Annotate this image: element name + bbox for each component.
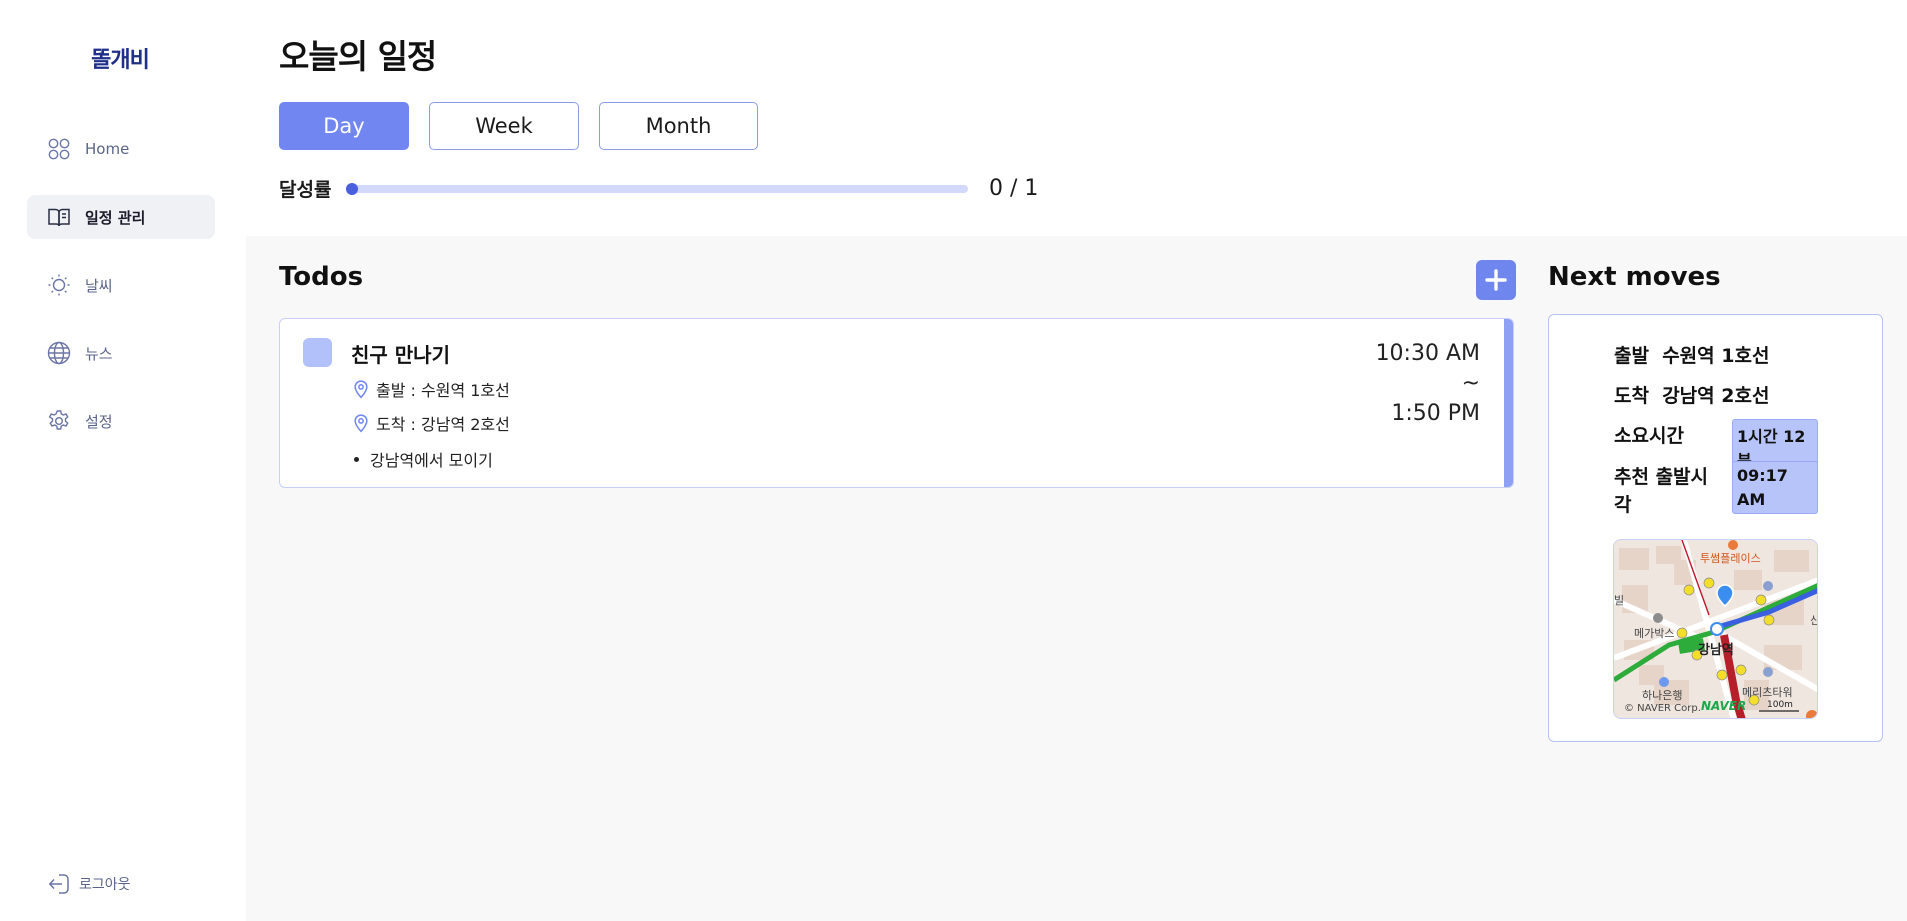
sidebar-item-label: 설정 (85, 412, 113, 431)
sidebar-item-news[interactable]: 뉴스 (27, 331, 215, 375)
bullet-dot (354, 456, 359, 462)
progress-knob (346, 182, 358, 195)
plus-icon (1485, 269, 1507, 291)
map-poi-1: 투썸플레이스 (1700, 552, 1761, 565)
todos-title: Todos (279, 262, 364, 292)
app-logo[interactable]: 똘개비 (0, 42, 240, 74)
progress-bar (346, 182, 968, 195)
sidebar-item-schedule[interactable]: 일정 관리 (27, 195, 215, 239)
map-copyright: © NAVER Corp. (1624, 703, 1701, 714)
recommend-label: 추천 출발시각 (1614, 466, 1709, 516)
location-pin-icon (354, 414, 368, 433)
book-icon (47, 205, 71, 229)
globe-icon (47, 341, 71, 365)
todo-end-time: 1:50 PM (1391, 401, 1480, 426)
todo-time-separator: ~ (1461, 371, 1480, 396)
add-todo-button[interactable] (1476, 260, 1516, 300)
todo-start-time: 10:30 AM (1375, 341, 1480, 366)
next-departure-label: 출발 (1614, 345, 1649, 367)
logout-label: 로그아웃 (79, 877, 131, 893)
page-title: 오늘의 일정 (279, 37, 437, 76)
sidebar: 똘개비 Home 일정 관리 날씨 뉴스 설정 로그아웃 (0, 0, 246, 921)
map-canvas: 투썸플레이스 메가박스 강남역 하나은행 메리츠타워 빌 신 © NAVER C… (1614, 540, 1818, 718)
todo-card[interactable]: 친구 만나기 출발 : 수원역 1호선 도착 : 강남역 2호선 강남역에서 모… (279, 318, 1514, 488)
progress-row: 달성률 0 / 1 (279, 175, 1038, 202)
map-brand: NAVER (1701, 699, 1746, 713)
logout-icon (47, 872, 71, 896)
map-poi-3: 하나은행 (1642, 688, 1682, 702)
map-poi-2: 메가박스 (1634, 627, 1674, 640)
logout-button[interactable]: 로그아웃 (47, 872, 131, 896)
todo-note: 강남역에서 모이기 (351, 447, 493, 471)
map-poi-4: 메리츠타워 (1742, 686, 1793, 699)
grid-icon (47, 137, 71, 161)
app-root: 똘개비 Home 일정 관리 날씨 뉴스 설정 로그아웃 오늘의 일정 Day … (0, 0, 1907, 921)
duration-label: 소요시간 (1614, 425, 1684, 447)
todo-note-text: 강남역에서 모이기 (370, 451, 493, 470)
next-arrival-label: 도착 (1614, 385, 1649, 407)
sidebar-item-home[interactable]: Home (27, 127, 215, 171)
todo-time: 10:30 AM ~ 1:50 PM (1376, 339, 1480, 429)
map-scale: 100m (1767, 700, 1793, 710)
next-arrival-value: 강남역 2호선 (1662, 385, 1770, 407)
map-station-label: 강남역 (1698, 642, 1734, 658)
todo-checkbox[interactable] (303, 338, 332, 367)
sidebar-item-label: 날씨 (85, 276, 113, 295)
route-map[interactable]: 투썸플레이스 메가박스 강남역 하나은행 메리츠타워 빌 신 © NAVER C… (1613, 539, 1818, 719)
tab-day[interactable]: Day (279, 102, 409, 150)
next-moves-card: 출발 수원역 1호선 도착 강남역 2호선 소요시간 1시간 12분 추천 출발… (1548, 314, 1883, 742)
next-arrival: 도착 강남역 2호선 (1614, 381, 1769, 408)
progress-label: 달성률 (279, 179, 332, 201)
tab-month[interactable]: Month (599, 102, 758, 150)
todo-arrival: 도착 : 강남역 2호선 (351, 411, 510, 435)
todo-accent-bar (1504, 319, 1513, 487)
gear-icon (47, 409, 71, 433)
sidebar-item-weather[interactable]: 날씨 (27, 263, 215, 307)
progress-count: 0 / 1 (989, 176, 1039, 201)
map-poi-5: 빌 (1614, 594, 1624, 607)
sidebar-item-label: 일정 관리 (85, 208, 146, 227)
next-departure: 출발 수원역 1호선 (1614, 341, 1769, 368)
todo-departure: 출발 : 수원역 1호선 (351, 377, 510, 401)
todo-title: 친구 만나기 (351, 343, 450, 367)
recommend-badge: 09:17 AM (1732, 461, 1818, 514)
view-tabs: Day Week Month (279, 102, 778, 150)
sun-icon (47, 273, 71, 297)
sidebar-item-label: 뉴스 (85, 344, 113, 363)
sidebar-item-settings[interactable]: 설정 (27, 399, 215, 443)
todo-departure-text: 출발 : 수원역 1호선 (376, 381, 510, 400)
main-content: Todos 친구 만나기 출발 : 수원역 1호선 도착: 강남역 2호선 강… (246, 236, 1907, 921)
next-departure-value: 수원역 1호선 (1662, 345, 1770, 367)
todo-arrival-text: 도착 : 강남역 2호선 (376, 415, 510, 434)
next-moves-title: Next moves (1548, 262, 1721, 292)
tab-week[interactable]: Week (429, 102, 579, 150)
sidebar-item-label: Home (85, 140, 130, 158)
map-poi-6: 신 (1810, 614, 1818, 627)
location-pin-icon (354, 380, 368, 399)
